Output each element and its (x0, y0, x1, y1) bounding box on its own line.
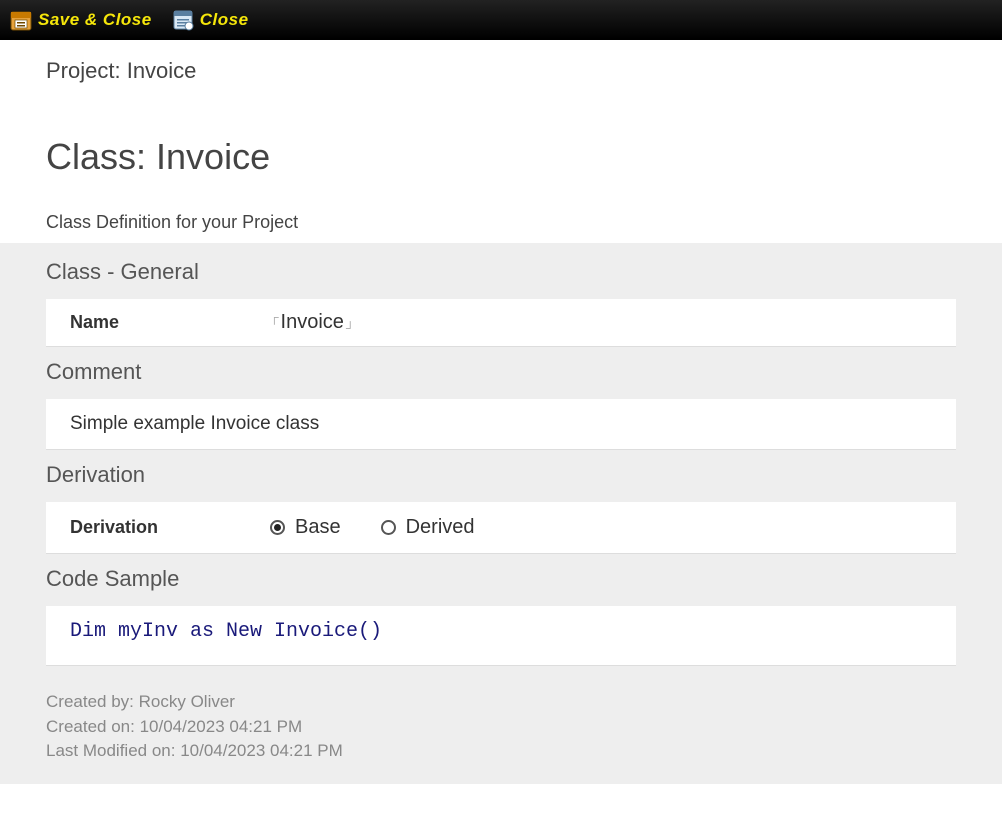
section-derivation-heading: Derivation (46, 462, 956, 488)
class-definition-subtitle: Class Definition for your Project (46, 212, 956, 233)
derivation-base-radio[interactable]: Base (270, 516, 341, 539)
modified-on-label: Last Modified on: (46, 741, 180, 760)
class-prefix: Class: (46, 136, 156, 177)
field-corner-tl: ┌ (270, 311, 279, 323)
field-corner-br: ┘ (346, 322, 355, 334)
radio-base-label: Base (295, 516, 341, 539)
comment-value[interactable]: Simple example Invoice class (46, 399, 956, 450)
project-breadcrumb: Project: Invoice (46, 58, 956, 84)
class-name: Invoice (156, 136, 270, 177)
main-toolbar: Save & Close Close (0, 0, 1002, 40)
section-comment-heading: Comment (46, 359, 956, 385)
name-input[interactable]: Invoice (281, 311, 344, 334)
radio-icon (381, 520, 396, 535)
name-label: Name (70, 312, 270, 333)
close-label: Close (200, 10, 249, 30)
derivation-label: Derivation (70, 517, 270, 538)
metadata-block: Created by: Rocky Oliver Created on: 10/… (46, 690, 956, 764)
close-icon (170, 7, 196, 33)
section-code-sample-heading: Code Sample (46, 566, 956, 592)
save-and-close-button[interactable]: Save & Close (8, 7, 152, 33)
save-and-close-label: Save & Close (38, 10, 152, 30)
created-on-value: 10/04/2023 04:21 PM (140, 717, 303, 736)
project-prefix: Project: (46, 58, 127, 83)
project-name: Invoice (127, 58, 197, 83)
save-icon (8, 7, 34, 33)
created-by-label: Created by: (46, 692, 139, 711)
derivation-derived-radio[interactable]: Derived (381, 516, 475, 539)
created-on-label: Created on: (46, 717, 140, 736)
created-by-value: Rocky Oliver (139, 692, 235, 711)
derivation-row: Derivation Base Derived (46, 502, 956, 554)
section-general-heading: Class - General (46, 259, 956, 285)
class-title: Class: Invoice (46, 136, 956, 178)
radio-icon (270, 520, 285, 535)
close-button[interactable]: Close (170, 7, 249, 33)
form-body: Class - General Name ┌ Invoice ┘ Comment… (0, 243, 1002, 784)
modified-on-value: 10/04/2023 04:21 PM (180, 741, 343, 760)
radio-derived-label: Derived (406, 516, 475, 539)
name-row: Name ┌ Invoice ┘ (46, 299, 956, 347)
name-field[interactable]: ┌ Invoice ┘ (270, 311, 354, 334)
code-sample-value[interactable]: Dim myInv as New Invoice() (46, 606, 956, 666)
